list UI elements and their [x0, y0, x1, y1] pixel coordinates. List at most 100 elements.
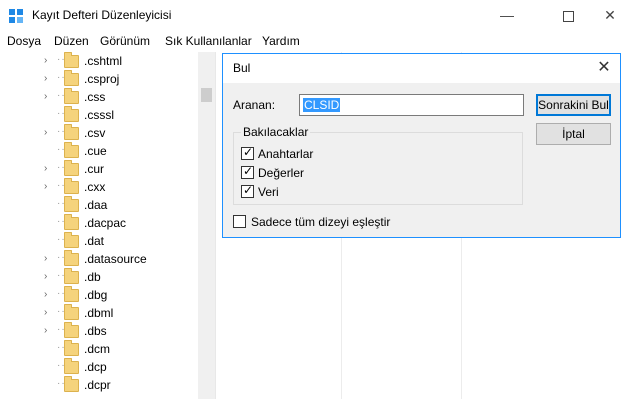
cancel-button[interactable]: İptal: [536, 123, 611, 145]
tree-item-label: .datasource: [84, 252, 147, 266]
folder-icon: [64, 358, 79, 374]
title-bar: Kayıt Defteri Düzenleyicisi — ✕: [0, 0, 622, 31]
tree-item-label: .cue: [84, 144, 107, 158]
folder-icon: [64, 304, 79, 320]
match-whole-string-checkbox[interactable]: [233, 215, 246, 228]
tree-item[interactable]: ›···.db: [0, 268, 198, 286]
expand-chevron-icon[interactable]: ›: [44, 163, 47, 174]
tree-item-label: .csssl: [84, 108, 114, 122]
expand-chevron-icon[interactable]: ›: [44, 289, 47, 300]
values-label[interactable]: Değerler: [258, 166, 304, 180]
expand-chevron-icon[interactable]: ›: [44, 253, 47, 264]
values-checkbox[interactable]: ✓: [241, 164, 254, 179]
registry-app-icon: [9, 9, 23, 23]
folder-icon: [64, 214, 79, 230]
tree-item-label: .dat: [84, 234, 105, 248]
find-dialog: Bul ✕ Aranan: CLSID Sonrakini Bul İptal …: [222, 53, 621, 238]
tree-item-label: .csv: [84, 126, 106, 140]
tree-item[interactable]: ›···.csproj: [0, 70, 198, 88]
expand-chevron-icon[interactable]: ›: [44, 91, 47, 102]
tree-item[interactable]: ›···.cshtml: [0, 52, 198, 70]
folder-icon: [64, 196, 79, 212]
checkmark-icon: ✓: [243, 164, 254, 178]
checkmark-icon: ✓: [243, 145, 254, 159]
tree-scrollbar[interactable]: [198, 52, 215, 399]
tree-item[interactable]: ···.dcm: [0, 340, 198, 358]
close-window-button[interactable]: ✕: [598, 0, 622, 31]
tree-item[interactable]: ›···.cxx: [0, 178, 198, 196]
tree-item-label: .dacpac: [84, 216, 127, 230]
folder-icon: [64, 376, 79, 392]
tree-item[interactable]: ···.csssl: [0, 106, 198, 124]
tree-item[interactable]: ···.dcpr: [0, 376, 198, 394]
folder-icon: [64, 340, 79, 356]
tree-item[interactable]: ···.dcp: [0, 358, 198, 376]
tree-scrollbar-thumb[interactable]: [201, 88, 212, 102]
menu-favorites[interactable]: Sık Kullanılanlar: [165, 34, 252, 48]
menu-edit[interactable]: Düzen: [54, 34, 89, 48]
registry-tree: ›···.cshtml›···.csproj›···.css···.csssl›…: [0, 52, 198, 399]
tree-item[interactable]: ›···.dbml: [0, 304, 198, 322]
checkmark-icon: ✓: [243, 183, 254, 197]
data-label[interactable]: Veri: [258, 185, 279, 199]
find-dialog-titlebar: Bul ✕: [223, 54, 620, 83]
expand-chevron-icon[interactable]: ›: [44, 127, 47, 138]
tree-item-label: .csproj: [84, 72, 120, 86]
expand-chevron-icon[interactable]: ›: [44, 325, 47, 336]
minimize-button[interactable]: —: [484, 0, 530, 31]
tree-item-label: .daa: [84, 198, 108, 212]
folder-icon: [64, 70, 79, 86]
tree-item-label: .dbs: [84, 324, 107, 338]
folder-icon: [64, 178, 79, 194]
tree-item-label: .dbml: [84, 306, 114, 320]
search-value: CLSID: [303, 98, 341, 112]
folder-icon: [64, 142, 79, 158]
tree-item[interactable]: ···.daa: [0, 196, 198, 214]
menu-bar: Dosya Düzen Görünüm Sık Kullanılanlar Ya…: [0, 31, 622, 51]
data-checkbox[interactable]: ✓: [241, 183, 254, 198]
tree-item[interactable]: ···.dat: [0, 232, 198, 250]
tree-item-label: .dcp: [84, 360, 107, 374]
folder-icon: [64, 124, 79, 140]
tree-item-label: .db: [84, 270, 101, 284]
expand-chevron-icon[interactable]: ›: [44, 307, 47, 318]
tree-item[interactable]: ›···.css: [0, 88, 198, 106]
search-label: Aranan:: [233, 98, 276, 112]
folder-icon: [64, 52, 79, 68]
search-input[interactable]: CLSID: [299, 94, 524, 116]
folder-icon: [64, 250, 79, 266]
tree-item-label: .dcm: [84, 342, 111, 356]
menu-view[interactable]: Görünüm: [100, 34, 150, 48]
window-title: Kayıt Defteri Düzenleyicisi: [32, 8, 172, 22]
tree-item[interactable]: ›···.datasource: [0, 250, 198, 268]
maximize-button[interactable]: [545, 0, 591, 31]
tree-item[interactable]: ›···.cur: [0, 160, 198, 178]
tree-item-label: .css: [84, 90, 106, 104]
find-next-button[interactable]: Sonrakini Bul: [536, 94, 611, 116]
keys-label[interactable]: Anahtarlar: [258, 147, 313, 161]
folder-icon: [64, 160, 79, 176]
keys-checkbox[interactable]: ✓: [241, 145, 254, 160]
expand-chevron-icon[interactable]: ›: [44, 181, 47, 192]
menu-help[interactable]: Yardım: [262, 34, 300, 48]
tree-item[interactable]: ···.cue: [0, 142, 198, 160]
folder-icon: [64, 88, 79, 104]
tree-item-label: .cxx: [84, 180, 106, 194]
expand-chevron-icon[interactable]: ›: [44, 73, 47, 84]
tree-item-label: .dbg: [84, 288, 108, 302]
tree-item-label: .cshtml: [84, 54, 123, 68]
find-dialog-title: Bul: [233, 61, 251, 75]
tree-item[interactable]: ›···.dbs: [0, 322, 198, 340]
menu-file[interactable]: Dosya: [7, 34, 41, 48]
match-whole-string-label[interactable]: Sadece tüm dizeyi eşleştir: [251, 215, 390, 229]
tree-item[interactable]: ›···.csv: [0, 124, 198, 142]
folder-icon: [64, 286, 79, 302]
expand-chevron-icon[interactable]: ›: [44, 271, 47, 282]
tree-item-label: .dcpr: [84, 378, 111, 392]
tree-item[interactable]: ›···.dbg: [0, 286, 198, 304]
close-dialog-button[interactable]: ✕: [594, 58, 614, 78]
folder-icon: [64, 322, 79, 338]
tree-item[interactable]: ···.dacpac: [0, 214, 198, 232]
expand-chevron-icon[interactable]: ›: [44, 55, 47, 66]
folder-icon: [64, 268, 79, 284]
